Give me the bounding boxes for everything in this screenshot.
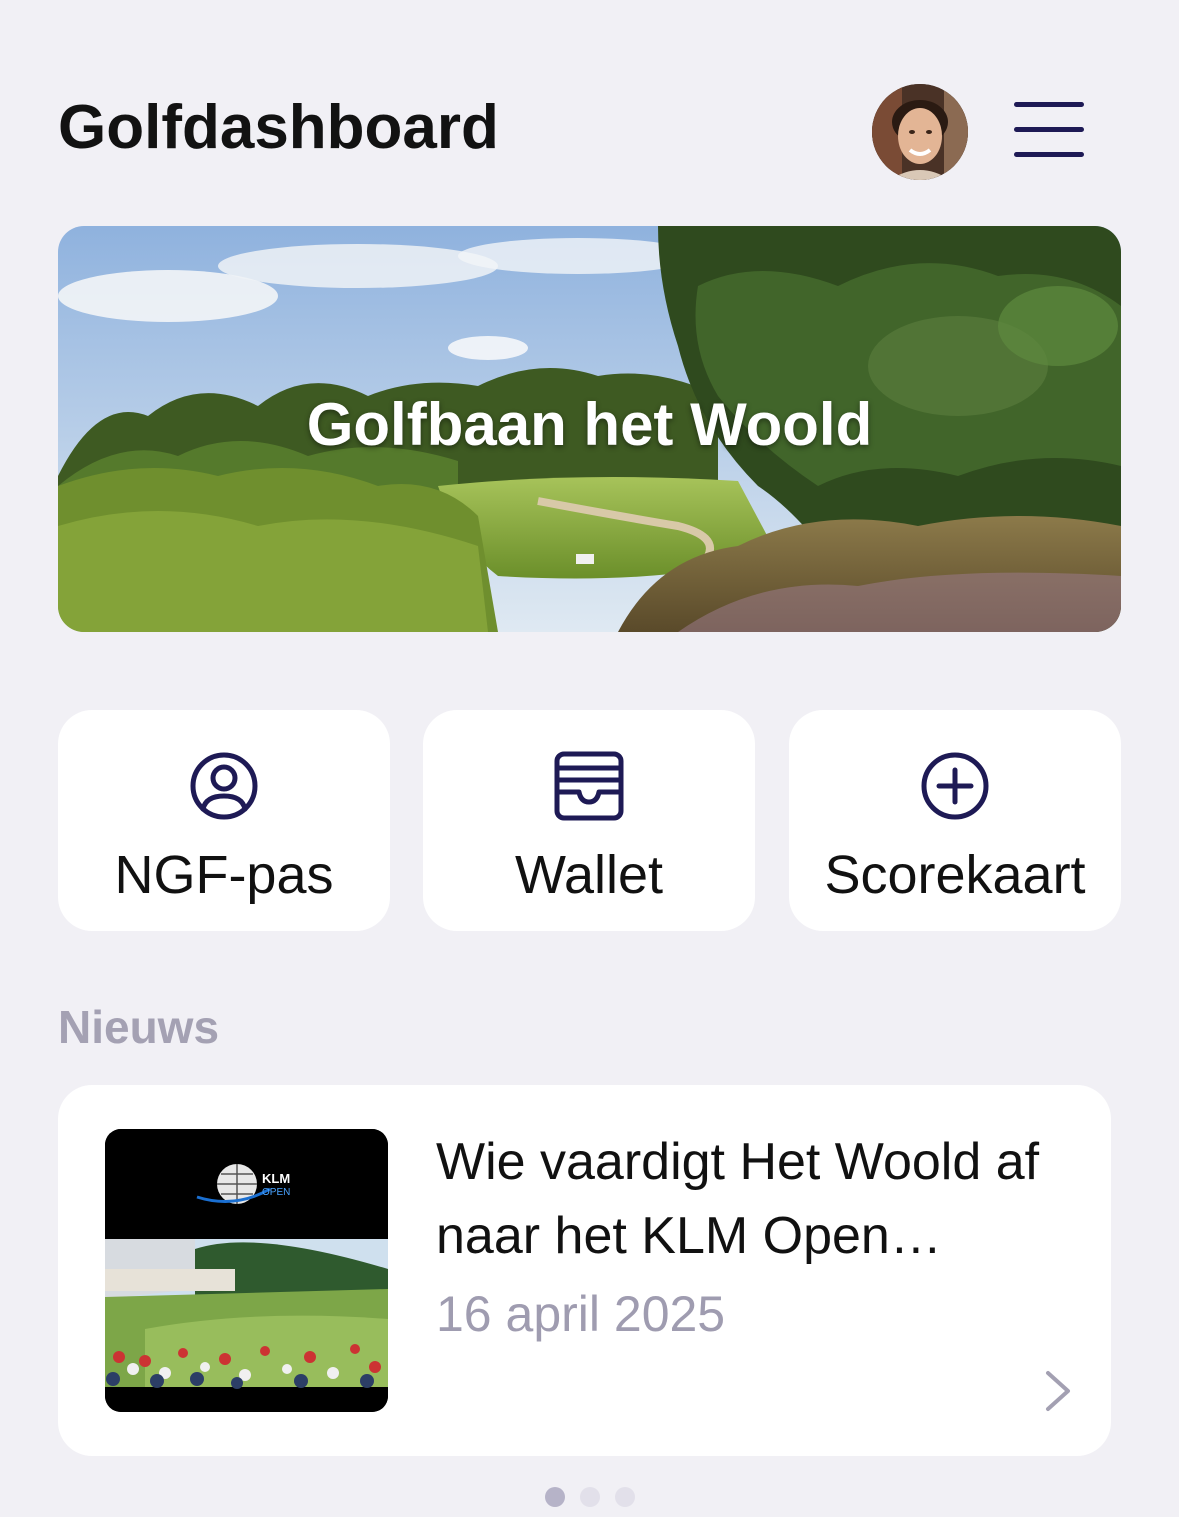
wallet-icon [554, 751, 624, 821]
ngf-pass-button[interactable]: NGF-pas [58, 710, 390, 931]
scorecard-label: Scorekaart [824, 845, 1086, 905]
ngf-pass-label: NGF-pas [114, 845, 334, 905]
wallet-button[interactable]: Wallet [423, 710, 755, 931]
avatar[interactable] [872, 84, 968, 180]
news-thumbnail-image: KLM OPEN [105, 1129, 388, 1412]
chevron-right-icon [1046, 1371, 1070, 1411]
klm-logo-text: KLM [262, 1171, 290, 1186]
news-pager [545, 1487, 635, 1507]
menu-bar [1014, 152, 1084, 157]
news-date: 16 april 2025 [436, 1286, 726, 1342]
news-thumbnail: KLM OPEN [105, 1129, 388, 1412]
menu-bar [1014, 127, 1084, 132]
news-item[interactable]: KLM OPEN Wie vaardigt Het Woold af naar … [58, 1085, 1111, 1456]
hamburger-menu-icon[interactable] [1012, 100, 1088, 164]
page-title: Golfdashboard [58, 93, 499, 162]
user-circle-icon [190, 752, 258, 820]
menu-bar [1014, 102, 1084, 107]
avatar-photo-icon [872, 84, 968, 180]
news-section-title: Nieuws [58, 1001, 220, 1053]
news-title: Wie vaardigt Het Woold af naar het KLM O… [436, 1133, 1040, 1265]
plus-circle-icon [921, 752, 989, 820]
open-logo-text: OPEN [262, 1187, 290, 1198]
pager-dot-1[interactable] [545, 1487, 565, 1507]
pager-dot-2[interactable] [580, 1487, 600, 1507]
scorecard-button[interactable]: Scorekaart [789, 710, 1121, 931]
wallet-label: Wallet [514, 845, 664, 905]
hero-title: Golfbaan het Woold [306, 391, 873, 458]
course-hero-banner[interactable]: Golfbaan het Woold [58, 226, 1121, 632]
pager-dot-3[interactable] [615, 1487, 635, 1507]
